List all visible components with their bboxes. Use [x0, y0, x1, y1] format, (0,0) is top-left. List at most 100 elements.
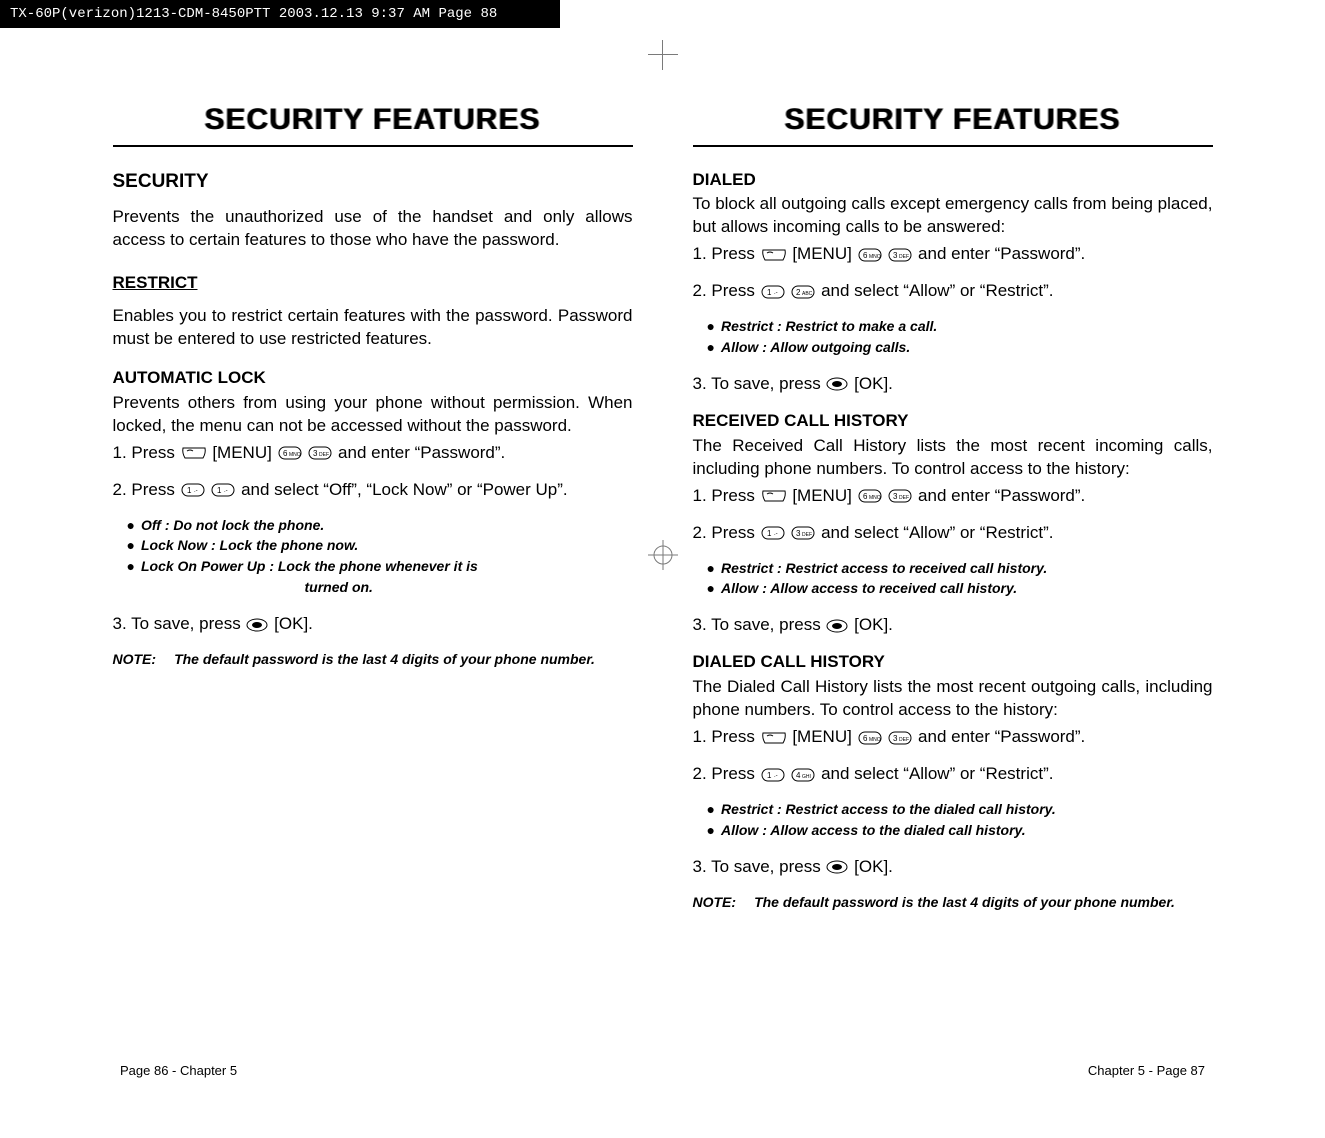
dialedhist-step2: 2. Press 1.- 4GHI and select “Allow” or …: [693, 763, 1213, 786]
received-step3: 3. To save, press [OK].: [693, 614, 1213, 637]
bullet-icon: ●: [707, 821, 715, 840]
svg-text:1: 1: [767, 771, 772, 780]
text: and select “Allow” or “Restrict”.: [821, 281, 1053, 300]
key-3def-icon: 3DEF: [888, 489, 912, 503]
svg-text:3: 3: [893, 734, 898, 743]
left-page: SECURITY FEATURES SECURITY Prevents the …: [113, 100, 633, 912]
text: [MENU]: [792, 727, 852, 746]
key-1-icon: 1.-: [761, 526, 785, 540]
text: 1. Press: [693, 727, 760, 746]
opt: Allow : Allow access to the dialed call …: [721, 821, 1026, 840]
received-step2: 2. Press 1.- 3DEF and select “Allow” or …: [693, 522, 1213, 545]
note-default-password-2: NOTE: The default password is the last 4…: [693, 893, 1213, 912]
svg-text:.-: .-: [774, 531, 778, 537]
key-6mno-icon: 6MNO: [278, 446, 302, 460]
dialed-options: ●Restrict : Restrict to make a call. ●Al…: [707, 317, 1213, 357]
note-body: The default password is the last 4 digit…: [754, 893, 1212, 912]
restrict-text: Enables you to restrict certain features…: [113, 305, 633, 351]
text: 2. Press: [693, 523, 760, 542]
note-label: NOTE:: [693, 893, 737, 912]
svg-text:3: 3: [313, 449, 318, 458]
dialed-step2: 2. Press 1.- 2ABC and select “Allow” or …: [693, 280, 1213, 303]
bullet-icon: ●: [127, 516, 135, 535]
text: and select “Allow” or “Restrict”.: [821, 523, 1053, 542]
svg-text:3: 3: [796, 529, 801, 538]
svg-text:6: 6: [863, 251, 868, 260]
note-body: The default password is the last 4 digit…: [174, 650, 632, 669]
svg-text:3: 3: [893, 492, 898, 501]
svg-text:GHI: GHI: [802, 774, 811, 780]
dialedhist-options: ●Restrict : Restrict access to the diale…: [707, 800, 1213, 840]
key-6mno-icon: 6MNO: [858, 731, 882, 745]
footer-left: Page 86 - Chapter 5: [120, 1063, 237, 1078]
note-label: NOTE:: [113, 650, 157, 669]
ok-key-icon: [826, 377, 848, 391]
opt: Lock On Power Up : Lock the phone whenev…: [141, 557, 478, 576]
svg-text:MNO: MNO: [869, 737, 881, 743]
svg-text:.-: .-: [194, 488, 198, 494]
text: and enter “Password”.: [918, 244, 1085, 263]
text: 3. To save, press: [113, 614, 246, 633]
softkey-icon: [761, 248, 787, 262]
bullet-icon: ●: [707, 338, 715, 357]
svg-text:6: 6: [283, 449, 288, 458]
svg-text:1: 1: [217, 486, 222, 495]
page-spread: SECURITY FEATURES SECURITY Prevents the …: [0, 100, 1325, 912]
softkey-icon: [761, 489, 787, 503]
text: and enter “Password”.: [918, 486, 1085, 505]
text: [OK].: [274, 614, 313, 633]
text: and select “Allow” or “Restrict”.: [821, 764, 1053, 783]
opt: Lock Now : Lock the phone now.: [141, 536, 358, 555]
opt-cont: turned on.: [305, 578, 633, 597]
svg-text:3: 3: [893, 251, 898, 260]
text: [MENU]: [792, 486, 856, 505]
text: 2. Press: [113, 480, 175, 499]
key-1-icon: 1.-: [761, 768, 785, 782]
right-title-wrap: SECURITY FEATURES: [693, 100, 1213, 147]
autolock-heading: AUTOMATIC LOCK: [113, 367, 633, 390]
svg-text:DEF: DEF: [899, 737, 909, 743]
text: [MENU]: [212, 443, 276, 462]
text: 3. To save, press: [693, 374, 826, 393]
svg-text:2: 2: [796, 288, 801, 297]
key-3def-icon: 3DEF: [888, 248, 912, 262]
dialed-heading: DIALED: [693, 169, 1213, 192]
autolock-options: ● Off : Do not lock the phone. ● Lock Now …: [127, 516, 633, 598]
text: [OK].: [854, 857, 893, 876]
crop-mark-icon: [648, 40, 678, 70]
softkey-icon: [761, 731, 787, 745]
text: 2. Press: [693, 764, 760, 783]
svg-text:4: 4: [796, 771, 801, 780]
text: 2. Press: [693, 281, 760, 300]
ok-key-icon: [826, 619, 848, 633]
note-default-password: NOTE: The default password is the last 4…: [113, 650, 633, 669]
key-1-icon: 1.-: [211, 483, 235, 497]
opt: Restrict : Restrict access to received c…: [721, 559, 1047, 578]
text: 1. Press: [113, 443, 180, 462]
bullet-icon: ●: [707, 800, 715, 819]
opt: Allow : Allow outgoing calls.: [721, 338, 910, 357]
text: and select “Off”, “Lock Now” or “Power U…: [241, 480, 568, 499]
opt: Allow : Allow access to received call hi…: [721, 579, 1017, 598]
received-text: The Received Call History lists the most…: [693, 435, 1213, 481]
bullet-icon: ●: [127, 557, 135, 576]
key-3def-icon: 3DEF: [888, 731, 912, 745]
autolock-step3: 3. To save, press [OK].: [113, 613, 633, 636]
svg-text:MNO: MNO: [289, 452, 301, 458]
autolock-text: Prevents others from using your phone wi…: [113, 392, 633, 438]
svg-text:6: 6: [863, 492, 868, 501]
opt: Restrict : Restrict to make a call.: [721, 317, 937, 336]
received-step1: 1. Press [MENU] 6MNO 3DEF and enter “Pas…: [693, 485, 1213, 508]
svg-text:MNO: MNO: [869, 495, 881, 501]
dialedhist-heading: DIALED CALL HISTORY: [693, 651, 1213, 674]
dialed-text: To block all outgoing calls except emerg…: [693, 193, 1213, 239]
bullet-icon: ●: [707, 559, 715, 578]
restrict-heading: RESTRICT: [113, 272, 633, 295]
dialed-step3: 3. To save, press [OK].: [693, 373, 1213, 396]
svg-text:ABC: ABC: [802, 291, 813, 297]
opt: Off : Do not lock the phone.: [141, 516, 324, 535]
text: 1. Press: [693, 244, 760, 263]
right-title: SECURITY FEATURES: [785, 103, 1121, 136]
svg-text:1: 1: [767, 288, 772, 297]
autolock-step2: 2. Press 1.- 1.- and select “Off”, “Lock…: [113, 479, 633, 502]
